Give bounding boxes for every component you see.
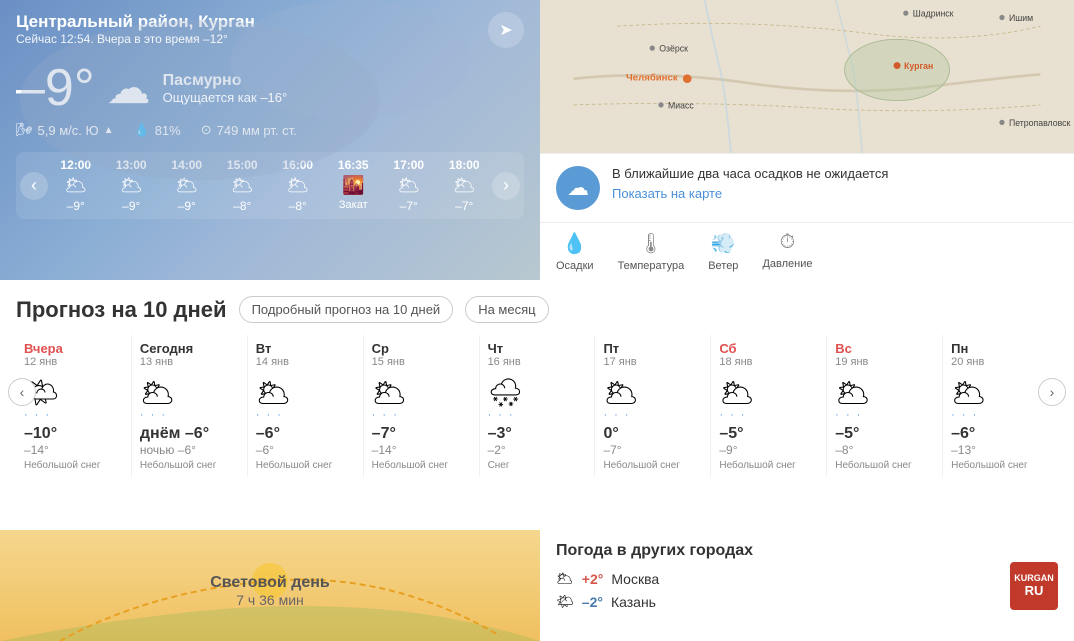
city-row: 🌤 –2° Казань [556, 593, 1058, 610]
kurgan-logo: KURGAN RU [1010, 562, 1058, 610]
humidity-detail: 💧 81% [134, 122, 181, 138]
condition-text: Пасмурно [163, 72, 288, 90]
map-section: Шадринск Ишим Озёрск Курган Челябинск Ми… [540, 0, 1074, 280]
hourly-item: 16:35 🌇 Закат [327, 158, 379, 213]
city-weather-icon: 🌤 [556, 593, 574, 610]
hourly-item: 15:00 🌥 –8° [216, 158, 268, 213]
temp-metric-icon: 🌡 [638, 231, 663, 256]
humidity-icon: 💧 [134, 122, 150, 138]
svg-text:Озёрск: Озёрск [659, 44, 688, 54]
day-card[interactable]: Вчера 12 янв 🌤· · · –10° –14° Небольшой … [16, 335, 132, 477]
city-name: Центральный район, Курган [16, 12, 255, 32]
hourly-item: 16:00 🌥 –8° [272, 158, 324, 213]
day-card[interactable]: Пн 20 янв 🌥· · · –6° –13° Небольшой снег [943, 335, 1058, 477]
precip-metric-icon: 💧 [562, 231, 587, 256]
svg-text:Челябинск: Челябинск [626, 72, 678, 83]
day-card[interactable]: Пт 17 янв 🌥· · · 0° –7° Небольшой снег [595, 335, 711, 477]
svg-text:Ишим: Ишим [1009, 13, 1033, 23]
pressure-metric-icon: ⏱ [780, 231, 796, 254]
map-area[interactable]: Шадринск Ишим Озёрск Курган Челябинск Ми… [540, 0, 1074, 153]
svg-text:Шадринск: Шадринск [913, 9, 954, 19]
wind-detail: 🌬 5,9 м/с. Ю ▲ [16, 122, 114, 138]
weather-metrics: 💧 Осадки 🌡 Температура 💨 Ветер ⏱ Давлени… [540, 222, 1074, 280]
forecast-next-button[interactable]: › [1038, 378, 1066, 406]
pressure-label: Давление [762, 258, 812, 270]
forecast-title: Прогноз на 10 дней [16, 297, 227, 323]
pressure-icon: ⊙ [201, 122, 212, 138]
day-card[interactable]: Ср 15 янв 🌥· · · –7° –14° Небольшой снег [364, 335, 480, 477]
metric-precip[interactable]: 💧 Осадки [556, 231, 594, 272]
current-weather-icon: ☁ [107, 63, 151, 114]
svg-text:Миасс: Миасс [668, 100, 694, 110]
hourly-item: 17:00 🌥 –7° [383, 158, 435, 213]
location-button[interactable]: ➤ [488, 12, 524, 48]
metric-wind[interactable]: 💨 Ветер [708, 231, 738, 272]
time-info: Сейчас 12:54. Вчера в это время –12° [16, 32, 255, 46]
current-temp: –9° [16, 62, 95, 114]
solar-panel: Световой день 7 ч 36 мин [0, 530, 540, 641]
wind-icon: 🌬 [16, 122, 33, 138]
city-row: 🌥 +2° Москва [556, 570, 1058, 587]
show-on-map-link[interactable]: Показать на карте [612, 186, 722, 201]
temp-label: Температура [618, 260, 685, 272]
hourly-items: 12:00 🌥 –9°13:00 🌥 –9°14:00 🌥 –9°15:00 🌥… [48, 158, 492, 213]
bottom-section: Световой день 7 ч 36 мин Погода в других… [0, 530, 1074, 641]
pressure-detail: ⊙ 749 мм рт. ст. [201, 122, 297, 138]
other-cities-list: 🌥 +2° Москва 🌤 –2° Казань [556, 570, 1058, 610]
hourly-item: 18:00 🌥 –7° [438, 158, 490, 213]
svg-text:Курган: Курган [904, 61, 933, 71]
city-weather-icon: 🌥 [556, 570, 574, 587]
hourly-item: 13:00 🌥 –9° [105, 158, 157, 213]
metric-temp[interactable]: 🌡 Температура [618, 231, 685, 272]
hourly-next-button[interactable]: › [492, 172, 520, 200]
day-card[interactable]: Сб 18 янв 🌥· · · –5° –9° Небольшой снег [711, 335, 827, 477]
solar-duration: 7 ч 36 мин [210, 592, 330, 608]
hourly-prev-button[interactable]: ‹ [20, 172, 48, 200]
no-precip-card: ☁ В ближайшие два часа осадков не ожидае… [540, 153, 1074, 222]
solar-title: Световой день [210, 574, 330, 592]
no-precip-text: В ближайшие два часа осадков не ожидаетс… [612, 166, 888, 181]
precip-label: Осадки [556, 260, 594, 272]
hourly-item: 14:00 🌥 –9° [161, 158, 213, 213]
monthly-forecast-button[interactable]: На месяц [465, 296, 548, 323]
precip-cloud-icon: ☁ [556, 166, 600, 210]
weather-panel: Центральный район, Курган Сейчас 12:54. … [0, 0, 540, 280]
hourly-item: 12:00 🌥 –9° [50, 158, 102, 213]
feels-like: Ощущается как –16° [163, 90, 288, 105]
wind-metric-icon: 💨 [711, 231, 736, 256]
metric-pressure[interactable]: ⏱ Давление [762, 231, 812, 272]
other-cities-panel: Погода в других городах 🌥 +2° Москва 🌤 –… [540, 530, 1074, 641]
forecast-days: Вчера 12 янв 🌤· · · –10° –14° Небольшой … [16, 335, 1058, 477]
forecast-prev-button[interactable]: ‹ [8, 378, 36, 406]
day-card[interactable]: Чт 16 янв 🌨· · · –3° –2° Снег [480, 335, 596, 477]
forecast-section: Прогноз на 10 дней Подробный прогноз на … [0, 280, 1074, 530]
day-card[interactable]: Сегодня 13 янв 🌥· · · днём –6° ночью –6°… [132, 335, 248, 477]
svg-text:Петропавловск: Петропавловск [1009, 118, 1071, 128]
other-cities-title: Погода в других городах [556, 542, 1058, 560]
day-card[interactable]: Вс 19 янв 🌥· · · –5° –8° Небольшой снег [827, 335, 943, 477]
wind-label: Ветер [708, 260, 738, 272]
day-card[interactable]: Вт 14 янв 🌥· · · –6° –6° Небольшой снег [248, 335, 364, 477]
detailed-forecast-button[interactable]: Подробный прогноз на 10 дней [239, 296, 454, 323]
